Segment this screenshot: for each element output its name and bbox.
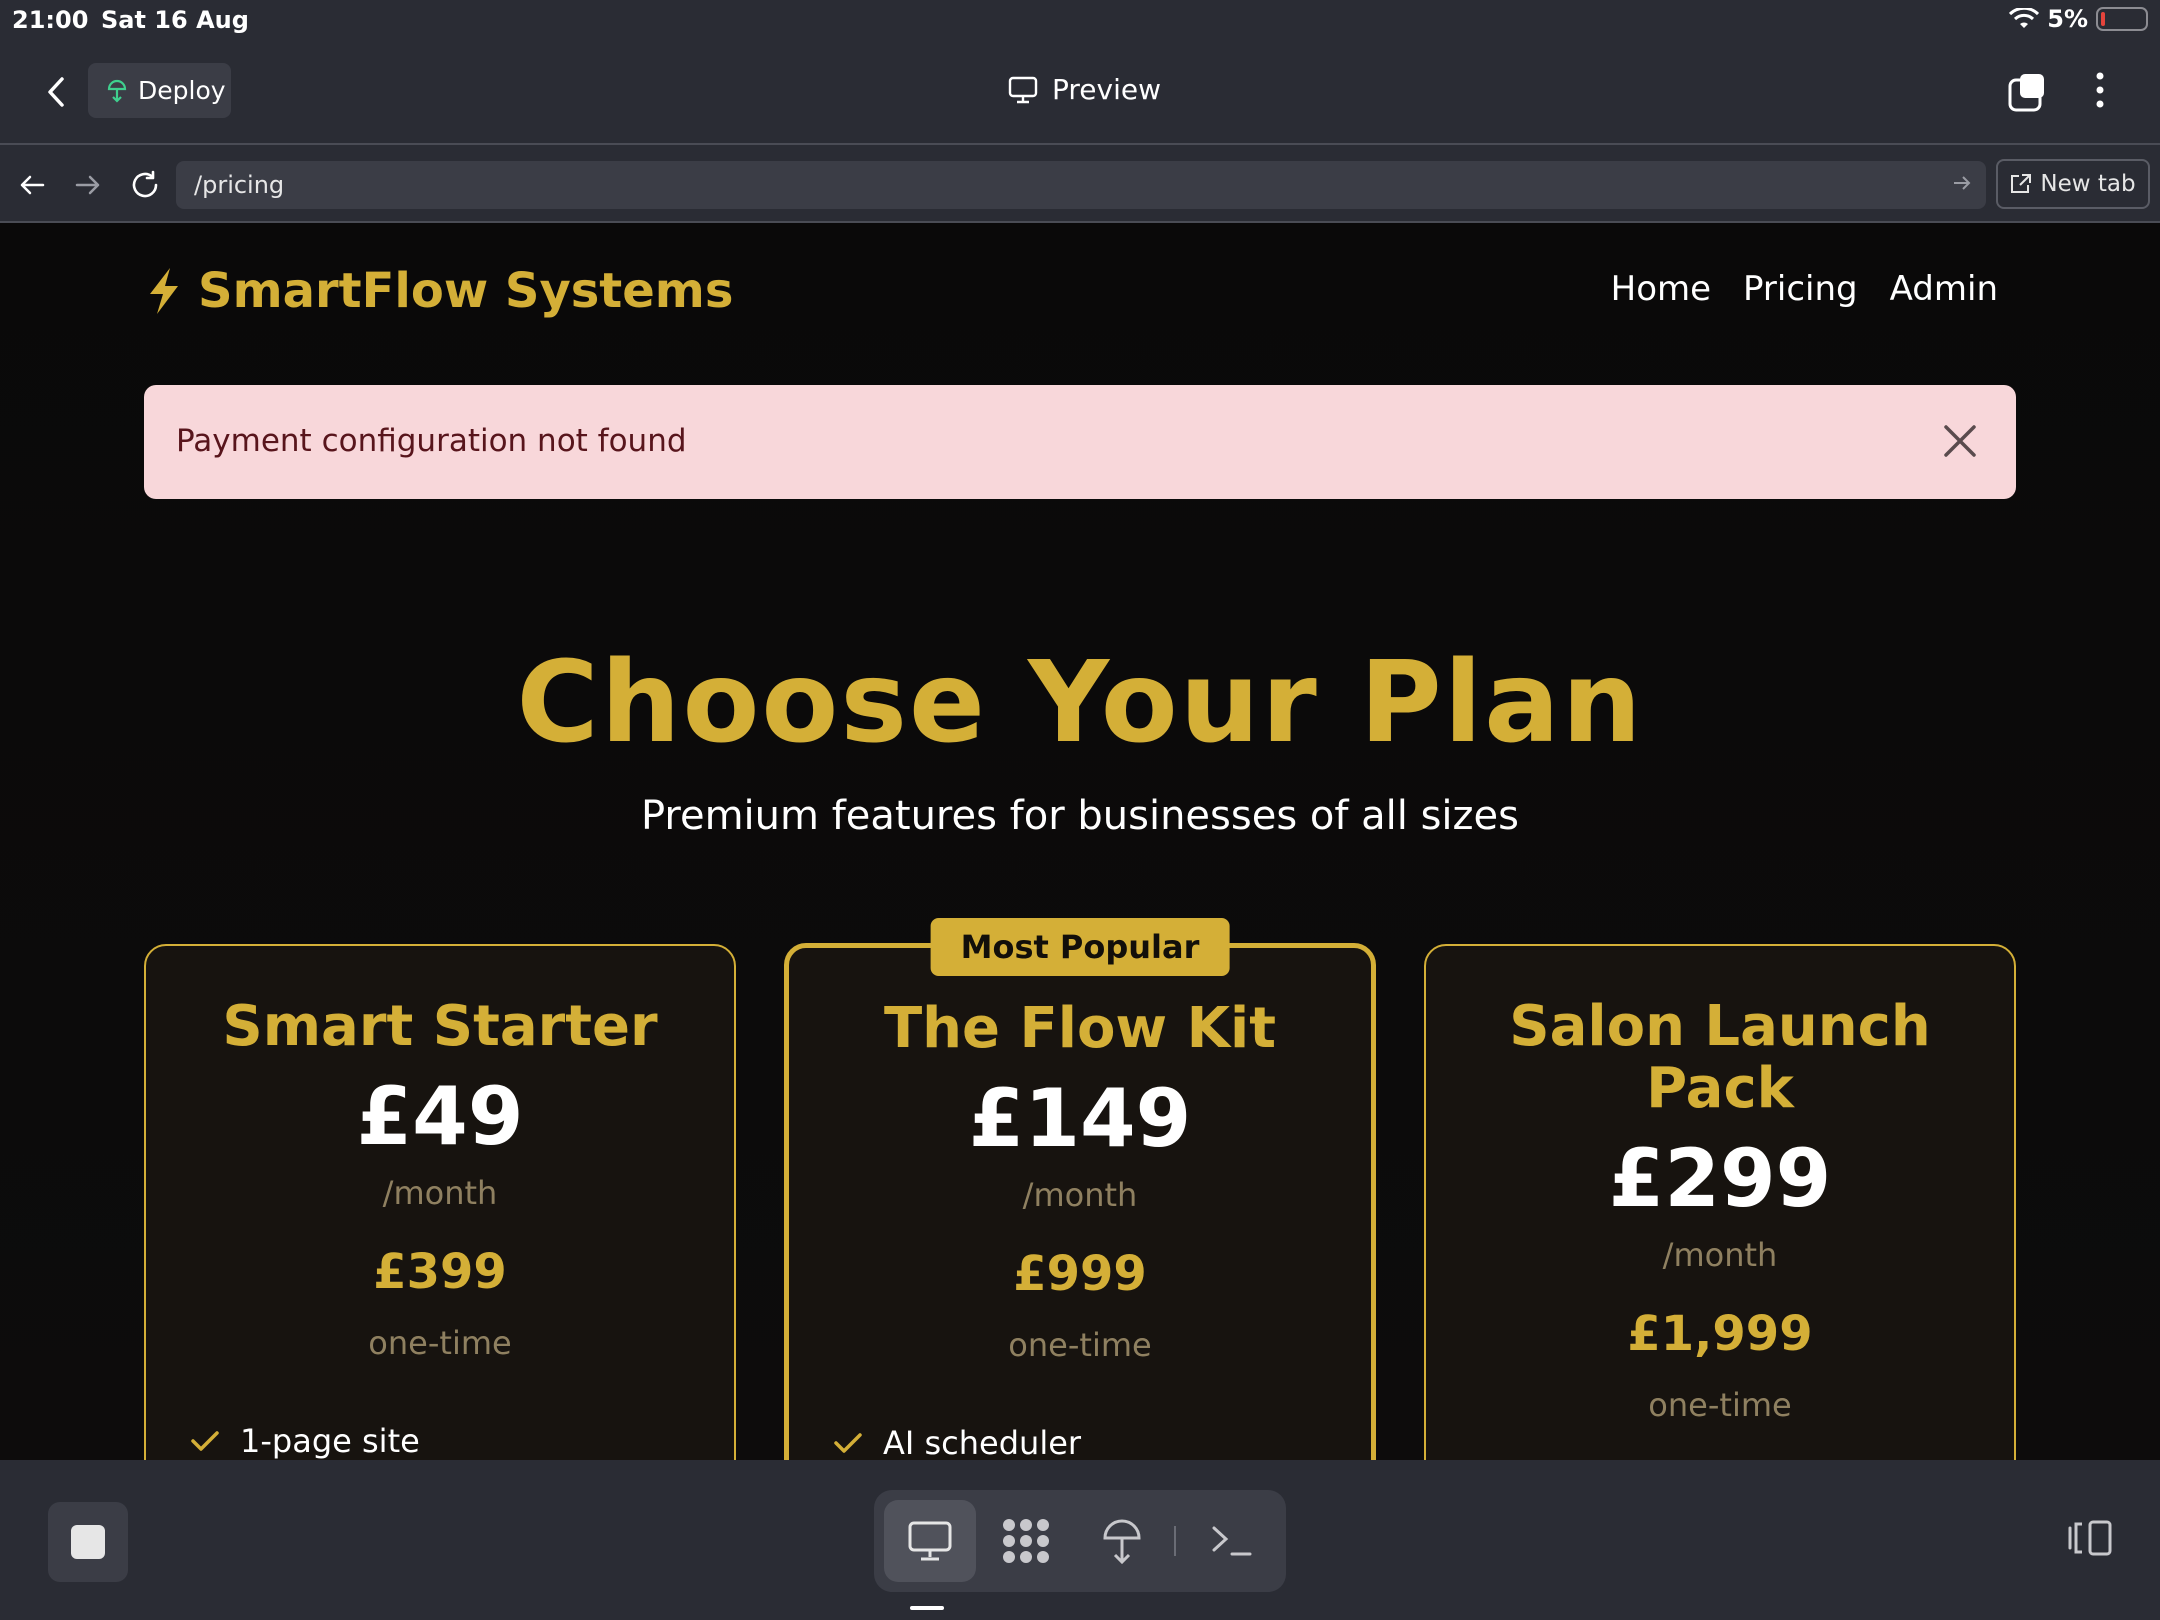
plan-onetime-price: £399 xyxy=(373,1244,507,1300)
stop-icon xyxy=(71,1525,105,1559)
plan-name: Salon Launch Pack xyxy=(1509,994,1931,1121)
grid-icon xyxy=(1003,1519,1049,1563)
external-link-icon xyxy=(2011,174,2032,193)
reload-icon xyxy=(132,170,158,198)
feature-text: 1-page site xyxy=(240,1422,420,1460)
status-time: 21:00 xyxy=(12,6,89,34)
reload-button[interactable] xyxy=(127,167,163,203)
most-popular-badge: Most Popular xyxy=(930,918,1230,976)
chevron-left-icon xyxy=(48,77,64,107)
nav-admin-link[interactable]: Admin xyxy=(1890,269,1998,309)
plan-name: Smart Starter xyxy=(222,994,658,1059)
preview-title: Preview xyxy=(1008,73,1161,106)
plan-card-flow-kit: Most Popular The Flow Kit £149 /month £9… xyxy=(784,918,1376,1460)
page-title: Choose Your Plan xyxy=(516,638,1644,768)
plan-onetime-price: £1,999 xyxy=(1627,1306,1813,1362)
monitor-icon xyxy=(908,1521,952,1561)
wifi-icon xyxy=(2009,8,2040,28)
check-icon xyxy=(191,1431,219,1451)
plan-monthly-price: £49 xyxy=(356,1070,524,1163)
battery-icon xyxy=(2096,7,2148,31)
error-alert: Payment configuration not found xyxy=(144,385,2016,499)
plan-name: The Flow Kit xyxy=(883,996,1277,1061)
plan-card-smart-starter: Smart Starter £49 /month £399 one-time 1… xyxy=(144,944,736,1460)
plan-monthly-price: £149 xyxy=(968,1072,1192,1165)
preview-view-button[interactable] xyxy=(884,1500,976,1582)
brand-name: SmartFlow Systems xyxy=(198,263,734,319)
status-date: Sat 16 Aug xyxy=(101,6,249,34)
terminal-view-button[interactable] xyxy=(1186,1500,1278,1582)
deploy-icon xyxy=(1103,1519,1141,1564)
nav-back-button[interactable] xyxy=(14,167,50,203)
web-content: SmartFlow Systems Home Pricing Admin Pay… xyxy=(0,223,2160,1460)
terminal-icon xyxy=(1212,1526,1252,1556)
plan-monthly-price: £299 xyxy=(1608,1132,1832,1225)
new-tab-button[interactable]: New tab xyxy=(1996,159,2150,209)
site-nav: Home Pricing Admin xyxy=(1611,269,1998,309)
url-text: /pricing xyxy=(194,171,285,199)
back-button[interactable] xyxy=(38,70,74,114)
plan-period: /month xyxy=(382,1174,498,1212)
grid-view-button[interactable] xyxy=(980,1500,1072,1582)
nav-forward-button[interactable] xyxy=(70,167,106,203)
deploy-icon xyxy=(107,79,127,103)
plan-period: /month xyxy=(1662,1236,1778,1274)
monitor-icon xyxy=(1008,76,1038,103)
deploy-label: Deploy xyxy=(138,76,226,105)
page-subtitle: Premium features for businesses of all s… xyxy=(640,793,1519,839)
home-indicator xyxy=(910,1606,944,1610)
new-tab-label: New tab xyxy=(2040,171,2136,197)
feature-text: AI scheduler xyxy=(883,1424,1082,1460)
plan-feature: 1-page site xyxy=(190,1422,420,1460)
battery-percent: 5% xyxy=(2047,5,2088,33)
app-top-bar: 21:00 Sat 16 Aug 5% Deploy Preview xyxy=(0,0,2160,143)
close-icon[interactable] xyxy=(1942,423,1978,459)
lightning-icon xyxy=(150,268,178,314)
status-indicators: 5% xyxy=(2009,5,2148,33)
view-switcher xyxy=(874,1490,1286,1592)
plan-feature: AI scheduler xyxy=(833,1424,1081,1460)
site-brand[interactable]: SmartFlow Systems xyxy=(144,263,733,319)
deploy-view-button[interactable] xyxy=(1076,1500,1168,1582)
url-input[interactable]: /pricing xyxy=(176,161,1986,209)
preview-label: Preview xyxy=(1052,73,1161,106)
tabs-icon[interactable] xyxy=(2008,72,2048,112)
deploy-button[interactable]: Deploy xyxy=(88,63,231,118)
nav-home-link[interactable]: Home xyxy=(1611,269,1711,309)
alert-message: Payment configuration not found xyxy=(176,423,687,459)
nav-pricing-link[interactable]: Pricing xyxy=(1743,269,1858,309)
go-arrow-icon[interactable] xyxy=(1952,173,1972,193)
plan-onetime-label: one-time xyxy=(1648,1386,1792,1424)
split-view-icon[interactable] xyxy=(2066,1518,2114,1558)
plan-onetime-label: one-time xyxy=(368,1324,512,1362)
arrow-right-icon xyxy=(75,175,100,195)
bottom-toolbar xyxy=(0,1460,2160,1620)
plan-onetime-price: £999 xyxy=(1013,1246,1147,1302)
plan-onetime-label: one-time xyxy=(1008,1326,1152,1364)
arrow-left-icon xyxy=(20,175,45,195)
plan-period: /month xyxy=(1022,1176,1138,1214)
check-icon xyxy=(834,1433,862,1453)
plan-card-salon-launch-pack: Salon Launch Pack £299 /month £1,999 one… xyxy=(1424,944,2016,1460)
divider xyxy=(1174,1526,1176,1556)
url-bar-row: /pricing New tab xyxy=(0,143,2160,223)
more-vertical-icon[interactable] xyxy=(2088,70,2112,110)
stop-button[interactable] xyxy=(48,1502,128,1582)
